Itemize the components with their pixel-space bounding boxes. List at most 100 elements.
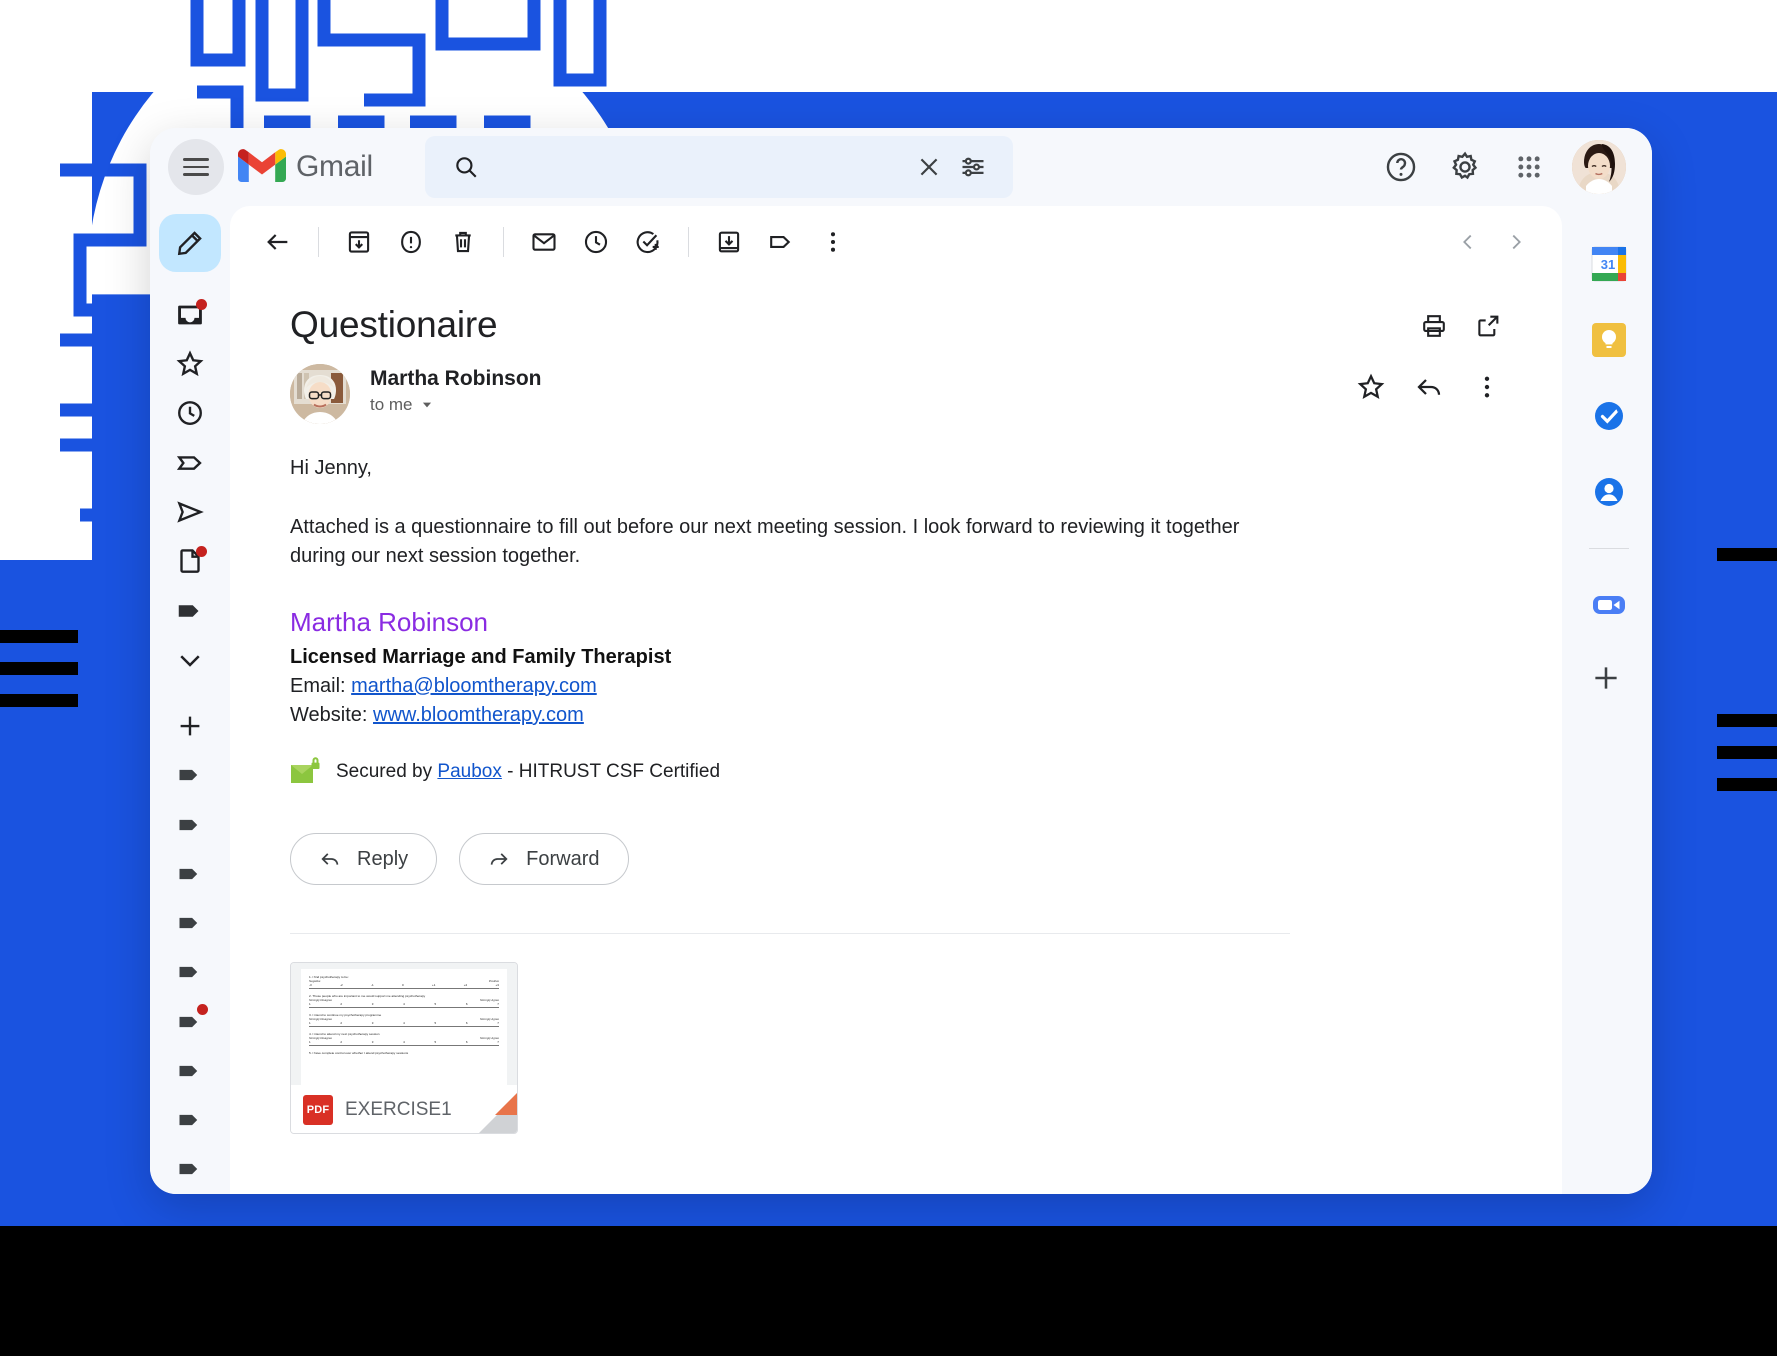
archive-icon[interactable] [333, 216, 385, 268]
subject-actions [1420, 304, 1502, 345]
decor-bar-left-1 [0, 630, 78, 643]
google-apps-icon[interactable] [1508, 146, 1550, 188]
q2-s1: 2 [340, 1002, 343, 1007]
preview-question-4: 4. I intend to attend my next psychother… [309, 1032, 499, 1047]
toolbar-divider-2 [503, 227, 504, 257]
sidebar-label-3[interactable] [162, 852, 218, 895]
q1-s6: +3 [495, 983, 499, 988]
body-paragraph: Attached is a questionnaire to fill out … [290, 516, 1240, 567]
report-spam-icon[interactable] [385, 216, 437, 268]
add-app-icon[interactable] [1589, 661, 1629, 701]
signature-website-link[interactable]: www.bloomtherapy.com [373, 704, 584, 726]
reply-forward-row: Reply Forward [290, 833, 1502, 885]
sidebar-label-1[interactable] [162, 754, 218, 797]
preview-question-1-scale: -3 -2 -1 0 +1 +2 +3 [309, 983, 499, 990]
sender-avatar[interactable] [290, 364, 350, 424]
main-menu-button[interactable] [168, 139, 224, 195]
help-icon[interactable] [1380, 146, 1422, 188]
paubox-text: Secured by Paubox - HITRUST CSF Certifie… [336, 761, 720, 783]
sidebar-item-more[interactable] [162, 638, 218, 681]
older-message-icon[interactable] [1492, 218, 1540, 266]
google-contacts-icon[interactable] [1589, 472, 1629, 512]
print-icon[interactable] [1420, 312, 1448, 345]
back-icon[interactable] [252, 216, 304, 268]
gmail-wordmark: Gmail [296, 150, 373, 183]
sidebar-rail [150, 206, 230, 1194]
sidebar-item-labels[interactable] [162, 589, 218, 632]
secure-envelope-icon [291, 757, 320, 783]
q4-s1: 2 [340, 1040, 343, 1045]
labels-icon[interactable] [755, 216, 807, 268]
account-avatar[interactable] [1572, 140, 1626, 194]
add-to-tasks-icon[interactable] [622, 216, 674, 268]
settings-icon[interactable] [1444, 146, 1486, 188]
sidebar-label-6[interactable] [162, 1000, 218, 1043]
q4-s3: 4 [403, 1040, 405, 1045]
q3-s3: 4 [403, 1021, 405, 1026]
more-options-icon[interactable] [807, 216, 859, 268]
snooze-icon[interactable] [570, 216, 622, 268]
preview-question-2-scale: 1 2 3 4 5 6 7 [309, 1002, 499, 1009]
reply-button[interactable]: Reply [290, 833, 438, 885]
recipient-row[interactable]: to me [370, 395, 542, 415]
gmail-logo: Gmail [238, 149, 373, 185]
open-in-new-window-icon[interactable] [1474, 312, 1502, 345]
sidebar-item-snoozed[interactable] [162, 392, 218, 435]
google-calendar-icon[interactable]: 31 [1589, 244, 1629, 284]
forward-button[interactable]: Forward [459, 833, 629, 885]
chevron-down-icon [422, 402, 431, 408]
star-icon[interactable] [1356, 372, 1386, 402]
message-body: Hi Jenny, Attached is a questionnaire to… [290, 454, 1250, 571]
delete-icon[interactable] [437, 216, 489, 268]
q1-s1: -2 [340, 983, 343, 988]
reply-arrow-icon [321, 853, 339, 865]
search-bar[interactable] [424, 136, 1013, 198]
clear-search-icon[interactable] [907, 154, 951, 180]
sidebar-label-2[interactable] [162, 803, 218, 846]
q2-s3: 4 [403, 1002, 405, 1007]
sidebar-label-7[interactable] [162, 1049, 218, 1092]
message-more-icon[interactable] [1472, 372, 1502, 402]
sidebar-label-9[interactable] [162, 1148, 218, 1191]
move-to-inbox-icon[interactable] [703, 216, 755, 268]
reply-icon[interactable] [1414, 372, 1444, 402]
mark-unread-icon[interactable] [518, 216, 570, 268]
q4-s4: 5 [434, 1040, 437, 1045]
sidebar-item-starred[interactable] [162, 343, 218, 386]
preview-question-5-text: 5. I have complete control over whether … [309, 1051, 409, 1056]
compose-button[interactable] [159, 214, 221, 273]
attachment-card[interactable]: 1. I find psychotherapy to be: Negative … [290, 962, 518, 1134]
newer-message-icon[interactable] [1444, 218, 1492, 266]
signature-email-link[interactable]: martha@bloomtherapy.com [351, 675, 597, 697]
search-input[interactable] [488, 156, 907, 178]
preview-question-5: 5. I have complete control over whether … [309, 1051, 499, 1055]
gmail-window: Gmail Questionaire Martha Robinson to me… [150, 128, 1652, 1194]
side-apps-panel: 31 [1566, 206, 1652, 1194]
google-tasks-icon[interactable] [1589, 396, 1629, 436]
sidebar-label-5[interactable] [162, 951, 218, 994]
toolbar-divider-3 [688, 227, 689, 257]
create-label-button[interactable] [162, 704, 218, 747]
sender-row: Martha Robinson to me [290, 364, 1502, 424]
paubox-prefix: Secured by [336, 761, 433, 782]
sidebar-item-important[interactable] [162, 441, 218, 484]
sidebar-item-drafts[interactable] [162, 540, 218, 583]
drafts-badge [196, 545, 207, 557]
q1-s0: -3 [309, 983, 312, 988]
gmail-m-icon [238, 149, 286, 182]
q3-left: Strongly Disagree [309, 1017, 332, 1022]
zoom-icon[interactable] [1589, 585, 1629, 625]
sidebar-label-4[interactable] [162, 901, 218, 944]
q3-s5: 6 [465, 1021, 468, 1026]
signature-title: Licensed Marriage and Family Therapist [290, 646, 672, 668]
google-keep-icon[interactable] [1589, 320, 1629, 360]
search-options-icon[interactable] [951, 153, 995, 181]
sidebar-item-inbox[interactable] [162, 293, 218, 336]
q2-s5: 6 [465, 1002, 468, 1007]
q4-left: Strongly Disagree [309, 1036, 332, 1041]
paubox-link[interactable]: Paubox [437, 761, 501, 782]
sidebar-item-sent[interactable] [162, 490, 218, 533]
signature-website-label: Website: [290, 704, 368, 726]
q3-s4: 5 [434, 1021, 437, 1026]
sidebar-label-8[interactable] [162, 1098, 218, 1141]
